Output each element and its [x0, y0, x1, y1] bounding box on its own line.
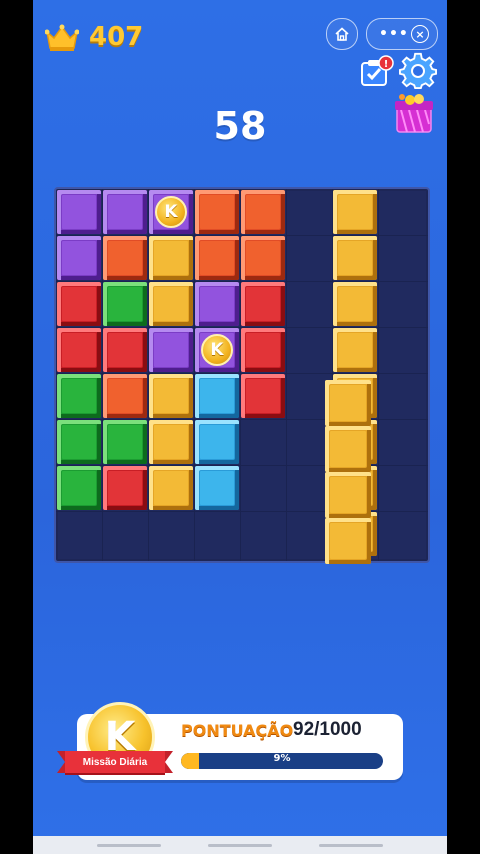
home-icon: [335, 27, 349, 41]
red-block: [103, 328, 147, 372]
yellow-block: [333, 328, 377, 372]
mission-ribbon: Missão Diária: [57, 751, 173, 773]
k-coin-icon: K: [155, 196, 187, 228]
current-score: 58: [213, 104, 267, 148]
progress-text: 9%: [273, 753, 291, 764]
top-bar: 407 ••• × !: [33, 0, 447, 133]
orange-block: [195, 236, 239, 280]
green-block: [103, 420, 147, 464]
red-block: [241, 374, 285, 418]
purple-block: [195, 282, 239, 326]
purple-block: K: [195, 328, 239, 372]
red-block: [241, 328, 285, 372]
yellow-block: [149, 236, 193, 280]
game-screen: 407 ••• × ! 58 K K K Missão Diária PONTU…: [33, 0, 447, 854]
yellow-block: [333, 282, 377, 326]
orange-block: [103, 374, 147, 418]
mission-progress-bar: 9%: [181, 753, 383, 769]
k-coin-icon: K: [201, 334, 233, 366]
close-icon[interactable]: ×: [411, 25, 429, 43]
points-value: 92/1000: [293, 719, 362, 740]
yellow-piece-block: [325, 518, 371, 564]
red-block: [241, 282, 285, 326]
tasks-icon[interactable]: !: [360, 55, 394, 87]
yellow-piece-block: [325, 426, 371, 472]
purple-block: [57, 236, 101, 280]
settings-icon[interactable]: [399, 52, 437, 90]
red-block: [57, 282, 101, 326]
nav-back[interactable]: [319, 844, 383, 847]
purple-block: [103, 190, 147, 234]
mini-app-menu: ••• ×: [366, 18, 438, 50]
yellow-block: [149, 374, 193, 418]
orange-block: [103, 236, 147, 280]
blue-block: [195, 466, 239, 510]
points-label: PONTUAÇÃO: [181, 721, 294, 740]
game-board[interactable]: KK: [54, 187, 430, 563]
green-block: [57, 374, 101, 418]
nav-recent[interactable]: [97, 844, 161, 847]
red-block: [57, 328, 101, 372]
yellow-block: [149, 466, 193, 510]
orange-block: [195, 190, 239, 234]
yellow-block: [149, 420, 193, 464]
green-block: [57, 420, 101, 464]
purple-block: [57, 190, 101, 234]
system-nav-bar: [33, 836, 447, 854]
purple-block: [149, 328, 193, 372]
grid-line: [378, 189, 379, 561]
yellow-piece-block: [325, 472, 371, 518]
home-button[interactable]: [326, 18, 358, 50]
orange-block: [241, 190, 285, 234]
green-block: [57, 466, 101, 510]
orange-block: [241, 236, 285, 280]
purple-block: K: [149, 190, 193, 234]
yellow-block: [149, 282, 193, 326]
nav-home[interactable]: [208, 844, 272, 847]
red-block: [103, 466, 147, 510]
yellow-block: [333, 190, 377, 234]
grid-line: [286, 189, 287, 561]
more-icon[interactable]: •••: [379, 26, 409, 42]
crown-icon: [45, 24, 79, 51]
blue-block: [195, 420, 239, 464]
best-score: 407: [89, 22, 144, 52]
green-block: [103, 282, 147, 326]
dragged-piece[interactable]: [325, 380, 371, 564]
tasks-badge: !: [384, 59, 389, 70]
yellow-piece-block: [325, 380, 371, 426]
blue-block: [195, 374, 239, 418]
yellow-block: [333, 236, 377, 280]
